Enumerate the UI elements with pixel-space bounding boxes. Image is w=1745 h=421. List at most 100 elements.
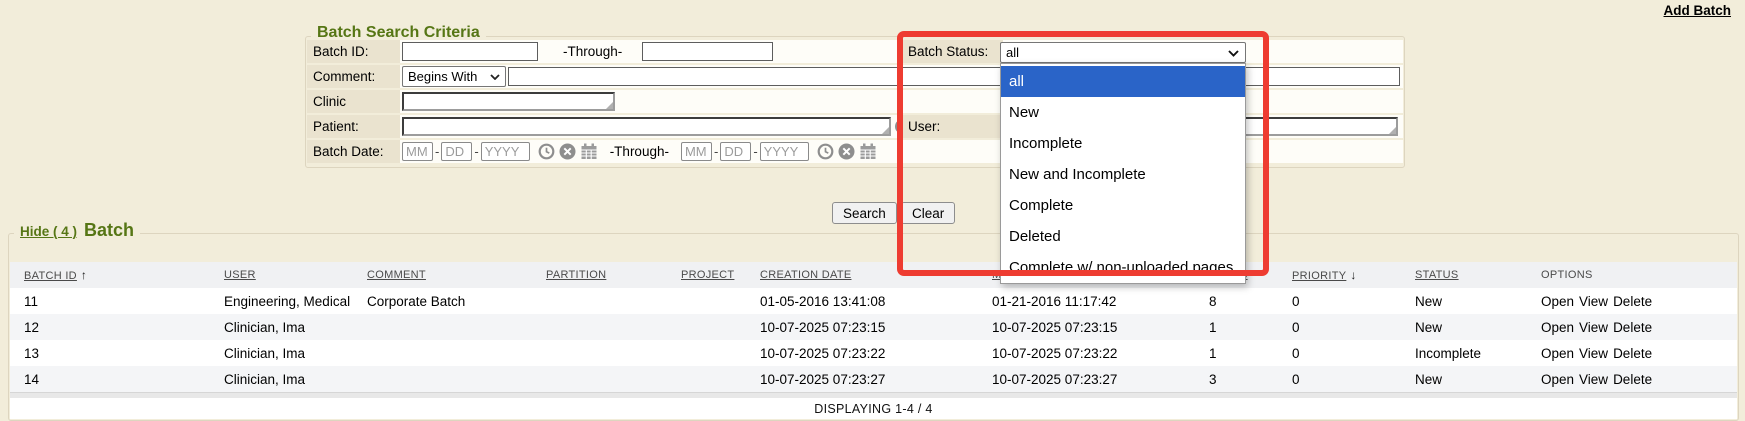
batch-status-select[interactable]: all [1000,42,1246,63]
col-options-label: OPTIONS [1541,269,1593,281]
sort-asc-icon: ↑ [81,268,87,282]
batch-date-to-mm-input[interactable] [681,142,712,161]
cell-modification-date: 10-07-2025 07:23:15 [992,320,1209,335]
clinic-location-field [402,92,615,111]
col-priority-link[interactable]: PRIORITY [1292,270,1346,282]
batch-date-from-dd-input[interactable] [441,142,472,161]
open-link[interactable]: Open [1541,346,1574,361]
batch-status-option[interactable]: Complete [1001,190,1245,221]
col-comment: COMMENT [367,269,546,281]
time-picker-icon[interactable] [817,143,834,160]
batch-results-panel: Hide ( 4 )Batch BATCH ID↑ USER COMMENT P… [8,233,1739,421]
cell-pages: 8 [1209,294,1292,309]
time-picker-icon[interactable] [538,143,555,160]
user-label: User: [899,115,1003,138]
chevron-down-icon [490,74,500,80]
calendar-icon[interactable] [859,143,877,160]
clear-button[interactable]: Clear [901,202,955,224]
cell-priority: 0 [1292,372,1415,387]
comment-input[interactable] [508,67,1400,86]
col-partition-link[interactable]: PARTITION [546,269,606,281]
delete-link[interactable]: Delete [1613,346,1652,361]
table-row: 11 Engineering, Medical Corporate Batch … [10,288,1737,314]
table-row: 12 Clinician, Ima 10-07-2025 07:23:15 10… [10,314,1737,340]
delete-link[interactable]: Delete [1613,294,1652,309]
date-separator: - [714,144,718,159]
clinic-location-input[interactable] [402,92,615,111]
batch-status-option[interactable]: New [1001,97,1245,128]
cell-pages: 1 [1209,346,1292,361]
col-user-link[interactable]: USER [224,269,256,281]
batch-status-option[interactable]: New and Incomplete [1001,159,1245,190]
batch-status-option[interactable]: Deleted [1001,221,1245,252]
cell-creation-date: 10-07-2025 07:23:27 [760,372,992,387]
view-link[interactable]: View [1579,294,1608,309]
open-link[interactable]: Open [1541,294,1574,309]
table-row: 14 Clinician, Ima 10-07-2025 07:23:27 10… [10,366,1737,392]
comment-field [508,67,1400,86]
batch-date-from-mm-input[interactable] [402,142,433,161]
batch-id-label: Batch ID: [307,40,400,63]
clear-date-icon[interactable] [838,143,855,160]
col-user: USER [224,269,367,281]
batch-date-to-yyyy-input[interactable] [760,142,809,161]
view-link[interactable]: View [1579,346,1608,361]
batch-date-from-yyyy-input[interactable] [481,142,530,161]
table-header-row: BATCH ID ↑ USER COMMENT PARTITION PROJECT… [10,262,1737,288]
open-link[interactable]: Open [1541,320,1574,335]
delete-link[interactable]: Delete [1613,320,1652,335]
date-separator: - [753,144,757,159]
date-separator: - [435,144,439,159]
cell-priority: 0 [1292,294,1415,309]
cell-status: Incomplete [1415,346,1541,361]
col-project-link[interactable]: PROJECT [681,269,734,281]
cell-status: New [1415,294,1541,309]
batch-results-title: Batch [84,220,134,240]
batch-id-to-input[interactable] [642,42,773,61]
cell-status: New [1415,372,1541,387]
cell-options: Open View Delete [1541,320,1737,335]
add-batch-link[interactable]: Add Batch [1664,3,1732,18]
cell-user: Clinician, Ima [224,320,367,335]
cell-status: New [1415,320,1541,335]
cell-priority: 0 [1292,346,1415,361]
view-link[interactable]: View [1579,372,1608,387]
cell-batch-id: 11 [24,294,224,309]
batch-status-option[interactable]: Incomplete [1001,128,1245,159]
col-batch-id-link[interactable]: BATCH ID [24,270,77,282]
open-link[interactable]: Open [1541,372,1574,387]
batch-status-option[interactable]: all [1001,66,1245,97]
batch-id-from-field [402,42,538,61]
batch-id-to-field [642,42,773,61]
delete-link[interactable]: Delete [1613,372,1652,387]
col-batch-id: BATCH ID ↑ [24,268,224,282]
col-status-link[interactable]: STATUS [1415,269,1459,281]
col-creation-date-link[interactable]: CREATION DATE [760,269,852,281]
clear-date-icon[interactable] [559,143,576,160]
search-button[interactable]: Search [832,202,897,224]
cell-options: Open View Delete [1541,346,1737,361]
patient-input[interactable] [402,117,891,136]
cell-modification-date: 01-21-2016 11:17:42 [992,294,1209,309]
cell-comment: Corporate Batch [367,294,546,309]
batch-date-label: Batch Date: [307,140,400,163]
hide-results-link[interactable]: Hide ( 4 ) [20,224,77,239]
col-comment-link[interactable]: COMMENT [367,269,426,281]
cell-batch-id: 12 [24,320,224,335]
calendar-icon[interactable] [580,143,598,160]
batch-status-option[interactable]: Complete w/ non-uploaded pages [1001,252,1245,283]
batch-id-from-input[interactable] [402,42,538,61]
clinic-location-label: Clinic Location: [307,90,400,113]
cell-pages: 1 [1209,320,1292,335]
batch-status-selected-value: all [1006,45,1019,60]
comment-label: Comment: [307,65,400,88]
cell-user: Engineering, Medical [224,294,367,309]
col-partition: PARTITION [546,269,681,281]
col-creation-date: CREATION DATE [760,269,992,281]
batch-date-to-dd-input[interactable] [720,142,751,161]
batch-results-legend: Hide ( 4 ) Batch [14,220,140,241]
col-options: OPTIONS [1541,269,1737,281]
chevron-down-icon [1228,50,1239,57]
view-link[interactable]: View [1579,320,1608,335]
comment-match-select[interactable]: Begins With [402,66,506,87]
